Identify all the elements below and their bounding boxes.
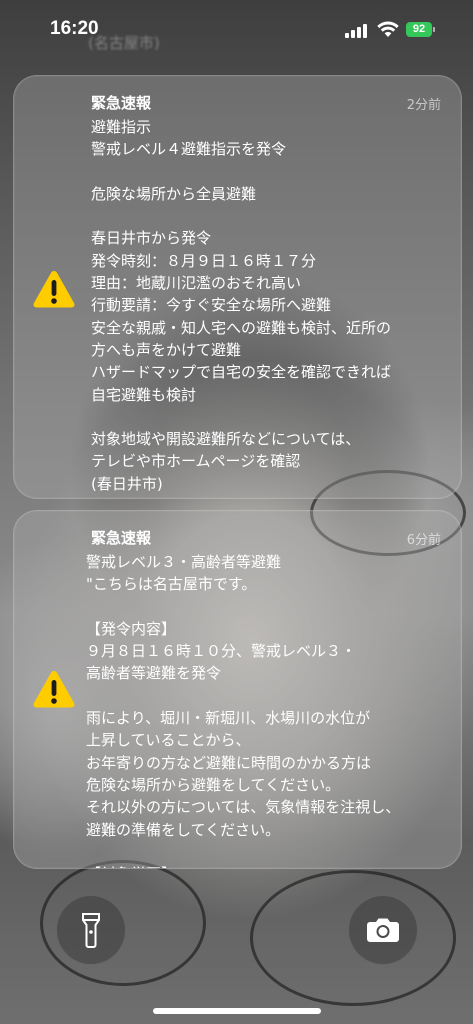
- notification-card[interactable]: 緊急速報 2分前 避難指示 警戒レベル４避難指示を発令 危険な場所から全員避難 …: [13, 75, 462, 499]
- notification-time: 6分前: [406, 533, 441, 548]
- warning-icon: [32, 669, 76, 709]
- warning-icon: [32, 269, 76, 309]
- camera-button[interactable]: [348, 895, 418, 965]
- flashlight-button[interactable]: [56, 895, 126, 965]
- flashlight-icon: [82, 913, 100, 948]
- home-indicator[interactable]: [153, 1008, 321, 1014]
- notification-title: 緊急速報: [91, 529, 152, 547]
- status-time: 16:20: [50, 18, 99, 39]
- notification-time: 2分前: [406, 98, 441, 113]
- notification-body: 警戒レベル３・高齢者等避難 "こちらは名古屋市です。 【発令内容】 ９月８日１６…: [86, 553, 401, 868]
- wifi-icon: [377, 20, 399, 38]
- notification-body: 避難指示 警戒レベル４避難指示を発令 危険な場所から全員避難 春日井市から発令 …: [91, 118, 392, 493]
- status-bar: 16:20 92: [0, 0, 473, 62]
- battery-indicator: 92: [406, 22, 432, 37]
- camera-icon: [367, 918, 399, 942]
- notification-title: 緊急速報: [91, 94, 152, 112]
- lock-screen: (名古屋市) 16:20 92 緊急速報 2分前 避難指示 警戒レベル４避難指示…: [0, 0, 473, 1024]
- notification-card[interactable]: 緊急速報 6分前 警戒レベル３・高齢者等避難 "こちらは名古屋市です。 【発令内…: [13, 510, 462, 869]
- cellular-signal-icon: [345, 23, 371, 38]
- battery-tip: [433, 27, 435, 32]
